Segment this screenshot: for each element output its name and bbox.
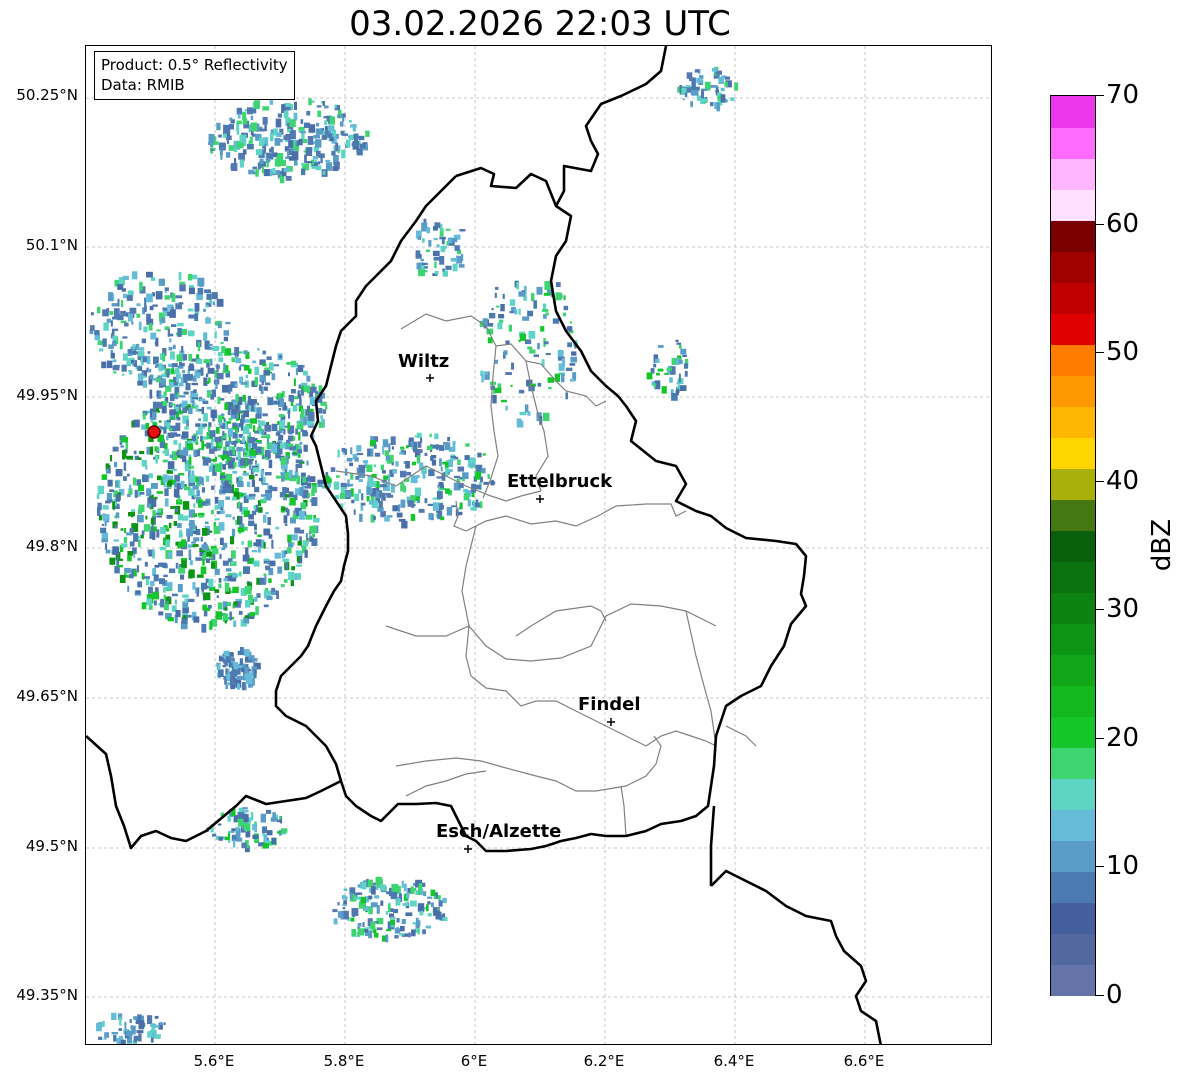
radar-station-marker xyxy=(147,425,161,439)
colorbar-tick xyxy=(1096,995,1104,996)
colorbar-segment xyxy=(1051,623,1095,655)
colorbar-segment xyxy=(1051,96,1095,128)
colorbar-segment xyxy=(1051,561,1095,593)
colorbar-tick xyxy=(1096,95,1104,96)
colorbar-segment xyxy=(1051,437,1095,469)
colorbar-segment xyxy=(1051,313,1095,345)
colorbar-segment xyxy=(1051,468,1095,500)
colorbar-tick xyxy=(1096,480,1104,482)
map-title: 03.02.2026 22:03 UTC xyxy=(349,4,731,44)
colorbar-tick-label: 60 xyxy=(1106,208,1140,239)
product-info-box: Product: 0.5° Reflectivity Data: RMIB xyxy=(94,51,295,100)
lon-label: 6.4°E xyxy=(713,1052,755,1070)
product-label: Product: 0.5° Reflectivity xyxy=(101,56,288,74)
colorbar-segment xyxy=(1051,127,1095,159)
radar-map: Wiltz Ettelbruck Findel Esch/Alzette xyxy=(85,45,992,1045)
colorbar-segment xyxy=(1051,809,1095,841)
map-canvas xyxy=(86,46,991,1044)
colorbar-tick xyxy=(1096,352,1104,354)
colorbar-segment xyxy=(1051,654,1095,686)
colorbar-tick-label: 0 xyxy=(1106,980,1123,1010)
lat-label: 49.5°N xyxy=(25,837,78,855)
colorbar-segment xyxy=(1051,871,1095,903)
colorbar-tick-label: 30 xyxy=(1106,594,1140,625)
colorbar-tick-label: 40 xyxy=(1106,465,1140,496)
colorbar-segment xyxy=(1051,840,1095,872)
colorbar-tick xyxy=(1096,609,1104,611)
city-label-findel: Findel xyxy=(578,694,641,715)
lon-label: 6.6°E xyxy=(843,1052,885,1070)
colorbar-segment xyxy=(1051,592,1095,624)
city-label-wiltz: Wiltz xyxy=(398,351,450,372)
colorbar-label: dBZ xyxy=(1147,518,1177,572)
colorbar-segment xyxy=(1051,344,1095,376)
canton-boundaries xyxy=(335,313,757,837)
colorbar-tick xyxy=(1096,866,1104,868)
graticule xyxy=(86,46,991,1044)
colorbar-segment xyxy=(1051,499,1095,531)
colorbar-tick xyxy=(1096,223,1104,225)
colorbar-segment xyxy=(1051,933,1095,965)
city-label-ettelbruck: Ettelbruck xyxy=(507,471,613,492)
colorbar-segment xyxy=(1051,189,1095,221)
lat-label: 49.95°N xyxy=(16,386,78,404)
lon-label: 6.2°E xyxy=(583,1052,625,1070)
colorbar xyxy=(1050,95,1096,996)
data-source-label: Data: RMIB xyxy=(101,76,185,94)
colorbar-tick-label: 10 xyxy=(1106,851,1140,882)
lon-label: 5.6°E xyxy=(193,1052,235,1070)
colorbar-tick-label: 70 xyxy=(1106,80,1140,110)
colorbar-segment xyxy=(1051,778,1095,810)
colorbar-tick-label: 50 xyxy=(1106,337,1140,368)
colorbar-tick xyxy=(1096,737,1104,739)
lat-label: 49.8°N xyxy=(25,537,78,555)
lat-label: 50.25°N xyxy=(16,86,78,104)
colorbar-segment xyxy=(1051,530,1095,562)
colorbar-segment xyxy=(1051,685,1095,717)
colorbar-segment xyxy=(1051,964,1095,996)
colorbar-segment xyxy=(1051,220,1095,252)
colorbar-tick-label: 20 xyxy=(1106,722,1140,753)
lon-label: 6°E xyxy=(460,1052,488,1070)
colorbar-segment xyxy=(1051,716,1095,748)
colorbar-segment xyxy=(1051,747,1095,779)
colorbar-segment xyxy=(1051,406,1095,438)
lat-label: 50.1°N xyxy=(25,236,78,254)
lat-label: 49.35°N xyxy=(16,986,78,1004)
reflectivity-echoes xyxy=(89,66,739,1044)
lat-label: 49.65°N xyxy=(16,687,78,705)
colorbar-segment xyxy=(1051,375,1095,407)
colorbar-segment xyxy=(1051,902,1095,934)
colorbar-segment xyxy=(1051,251,1095,283)
city-label-esch-alzette: Esch/Alzette xyxy=(436,821,562,842)
colorbar-segment xyxy=(1051,158,1095,190)
colorbar-segment xyxy=(1051,282,1095,314)
lon-label: 5.8°E xyxy=(323,1052,365,1070)
